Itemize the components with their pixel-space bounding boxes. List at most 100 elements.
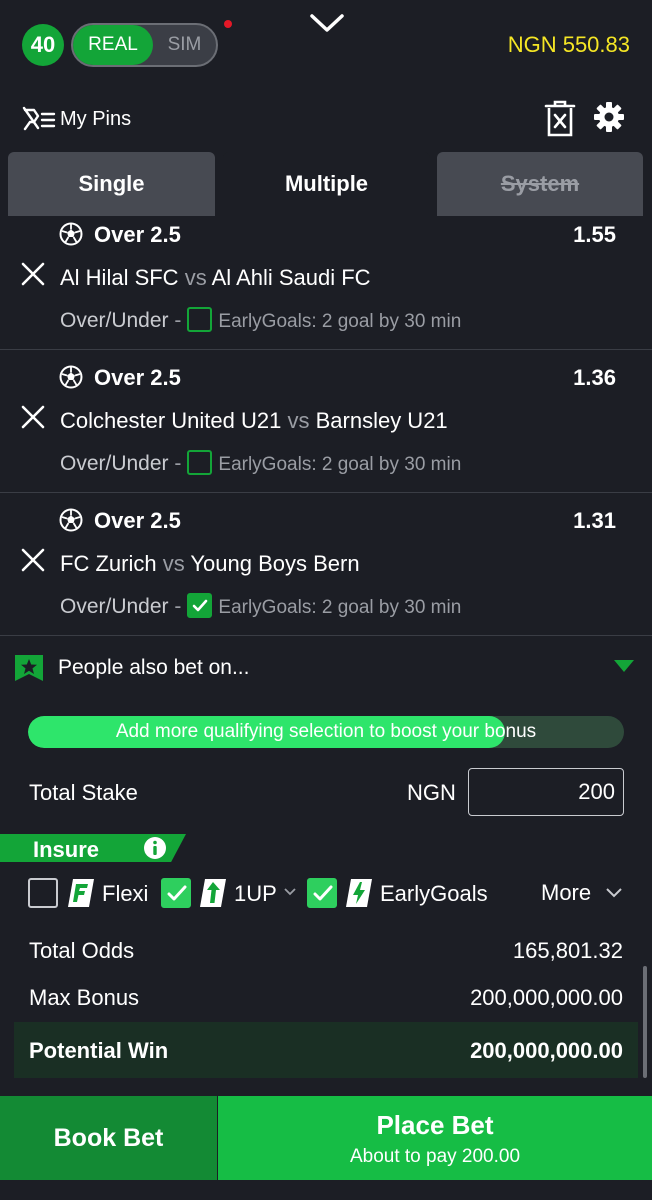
selection-item: Over 2.5 1.36 Colchester United U21 vs B… <box>0 350 652 493</box>
mode-sim[interactable]: SIM <box>153 25 216 65</box>
bookmark-star-icon <box>15 655 43 681</box>
market-name: Over/Under <box>60 595 169 619</box>
betslip-toolbar: My Pins <box>0 96 652 142</box>
1up-logo-icon <box>200 879 226 907</box>
scrollbar-thumb[interactable] <box>643 966 647 1078</box>
selection-pick: Over 2.5 <box>94 508 181 533</box>
insure-tag: Insure <box>0 834 186 862</box>
market-name: Over/Under <box>60 452 169 476</box>
stake-currency: NGN <box>407 780 456 805</box>
account-balance: NGN 550.83 <box>507 32 630 57</box>
gear-icon[interactable] <box>594 102 624 132</box>
place-bet-amount: About to pay 200.00 <box>349 1146 521 1167</box>
pin-list-icon[interactable] <box>22 106 56 132</box>
selection-market: Over/Under - EarlyGoals: 2 goal by 30 min <box>60 450 462 477</box>
bet-type-tabs: Single Multiple System <box>0 152 652 216</box>
vs-label: vs <box>184 265 207 290</box>
total-odds-value: 165,801.32 <box>512 938 623 963</box>
close-icon[interactable] <box>21 405 45 429</box>
early-goals-checkbox[interactable] <box>187 450 213 475</box>
people-also-bet-label: People also bet on... <box>58 656 250 679</box>
earlygoals-checkbox-checked[interactable] <box>307 878 337 908</box>
bet-actions: Book Bet Place Bet About to pay 200.00 <box>0 1096 652 1180</box>
stake-input[interactable] <box>468 768 624 816</box>
away-team: Al Ahli Saudi FC <box>211 265 371 290</box>
total-odds-label: Total Odds <box>29 938 135 963</box>
caret-down-icon[interactable] <box>613 659 635 673</box>
book-bet-button[interactable]: Book Bet <box>0 1096 217 1180</box>
info-icon[interactable] <box>143 836 167 860</box>
early-goals-checkbox[interactable] <box>187 307 213 332</box>
top-bar: 40 REAL SIM NGN 550.83 <box>0 0 652 92</box>
selection-market: Over/Under - EarlyGoals: 2 goal by 30 min <box>60 307 462 334</box>
bonus-progress-text: Add more qualifying selection to boost y… <box>115 721 537 742</box>
max-bonus-row: Max Bonus 200,000,000.00 <box>0 975 652 1019</box>
tab-multiple[interactable]: Multiple <box>223 152 430 216</box>
early-goals-label: EarlyGoals: 2 goal by 30 min <box>218 311 462 333</box>
potential-win-value: 200,000,000.00 <box>470 1038 623 1063</box>
chevron-down-icon[interactable] <box>308 10 346 36</box>
total-stake-row: Total Stake NGN <box>0 766 652 818</box>
place-bet-button[interactable]: Place Bet About to pay 200.00 <box>218 1096 652 1180</box>
real-sim-toggle[interactable]: REAL SIM <box>71 23 218 67</box>
selection-count-badge: 40 <box>22 24 64 66</box>
more-options-button[interactable]: More <box>541 880 591 906</box>
checkmark-icon <box>193 599 208 612</box>
selection-match: Colchester United U21 vs Barnsley U21 <box>60 408 448 434</box>
earlygoals-label[interactable]: EarlyGoals <box>380 881 488 907</box>
vs-label: vs <box>162 551 185 576</box>
earlygoals-bolt-icon <box>346 879 372 907</box>
insure-options: Flexi 1UP EarlyGoals More <box>0 870 652 916</box>
market-separator: - <box>174 595 182 619</box>
mode-real[interactable]: REAL <box>73 25 153 65</box>
potential-win-row: Potential Win 200,000,000.00 <box>14 1022 638 1078</box>
away-team: Barnsley U21 <box>315 408 448 433</box>
flexi-label[interactable]: Flexi <box>102 881 148 907</box>
notification-dot <box>224 20 232 28</box>
soccer-ball-icon <box>59 365 83 389</box>
tab-system[interactable]: System <box>437 152 643 216</box>
insure-label: Insure <box>33 837 100 862</box>
flexi-checkbox[interactable] <box>28 878 58 908</box>
total-odds-row: Total Odds 165,801.32 <box>0 928 652 972</box>
market-separator: - <box>174 309 182 333</box>
early-goals-checkbox-checked[interactable] <box>187 593 213 618</box>
selection-odds: 1.31 <box>573 508 616 533</box>
people-also-bet-on[interactable]: People also bet on... <box>0 636 652 696</box>
selection-odds: 1.36 <box>573 365 616 390</box>
place-bet-label: Place Bet <box>376 1110 494 1140</box>
away-team: Young Boys Bern <box>190 551 360 576</box>
bottom-safe-area <box>0 1180 652 1200</box>
close-icon[interactable] <box>21 262 45 286</box>
bonus-progress-bar: Add more qualifying selection to boost y… <box>28 716 624 748</box>
selection-item: Over 2.5 1.31 FC Zurich vs Young Boys Be… <box>0 493 652 636</box>
max-bonus-value: 200,000,000.00 <box>470 985 623 1010</box>
total-stake-label: Total Stake <box>29 780 138 805</box>
1up-label[interactable]: 1UP <box>234 881 277 907</box>
selection-item: Over 2.5 1.55 Al Hilal SFC vs Al Ahli Sa… <box>0 216 652 350</box>
chevron-down-icon[interactable] <box>284 888 296 896</box>
my-pins-label[interactable]: My Pins <box>60 108 131 131</box>
soccer-ball-icon <box>59 508 83 532</box>
selection-pick: Over 2.5 <box>94 222 181 247</box>
home-team: Al Hilal SFC <box>60 265 179 290</box>
early-goals-label: EarlyGoals: 2 goal by 30 min <box>218 454 462 476</box>
soccer-ball-icon <box>59 222 83 246</box>
potential-win-label: Potential Win <box>29 1038 169 1063</box>
checkmark-icon <box>167 885 187 901</box>
chevron-down-icon[interactable] <box>606 888 622 898</box>
flexi-logo-icon <box>68 879 94 907</box>
1up-checkbox-checked[interactable] <box>161 878 191 908</box>
selection-pick: Over 2.5 <box>94 365 181 390</box>
checkmark-icon <box>313 885 333 901</box>
tab-single[interactable]: Single <box>8 152 215 216</box>
vs-label: vs <box>287 408 310 433</box>
trash-icon[interactable] <box>544 100 576 138</box>
market-separator: - <box>174 452 182 476</box>
home-team: FC Zurich <box>60 551 157 576</box>
max-bonus-label: Max Bonus <box>29 985 140 1010</box>
home-team: Colchester United U21 <box>60 408 282 433</box>
close-icon[interactable] <box>21 548 45 572</box>
market-name: Over/Under <box>60 309 169 333</box>
selection-list: Over 2.5 1.55 Al Hilal SFC vs Al Ahli Sa… <box>0 216 652 636</box>
